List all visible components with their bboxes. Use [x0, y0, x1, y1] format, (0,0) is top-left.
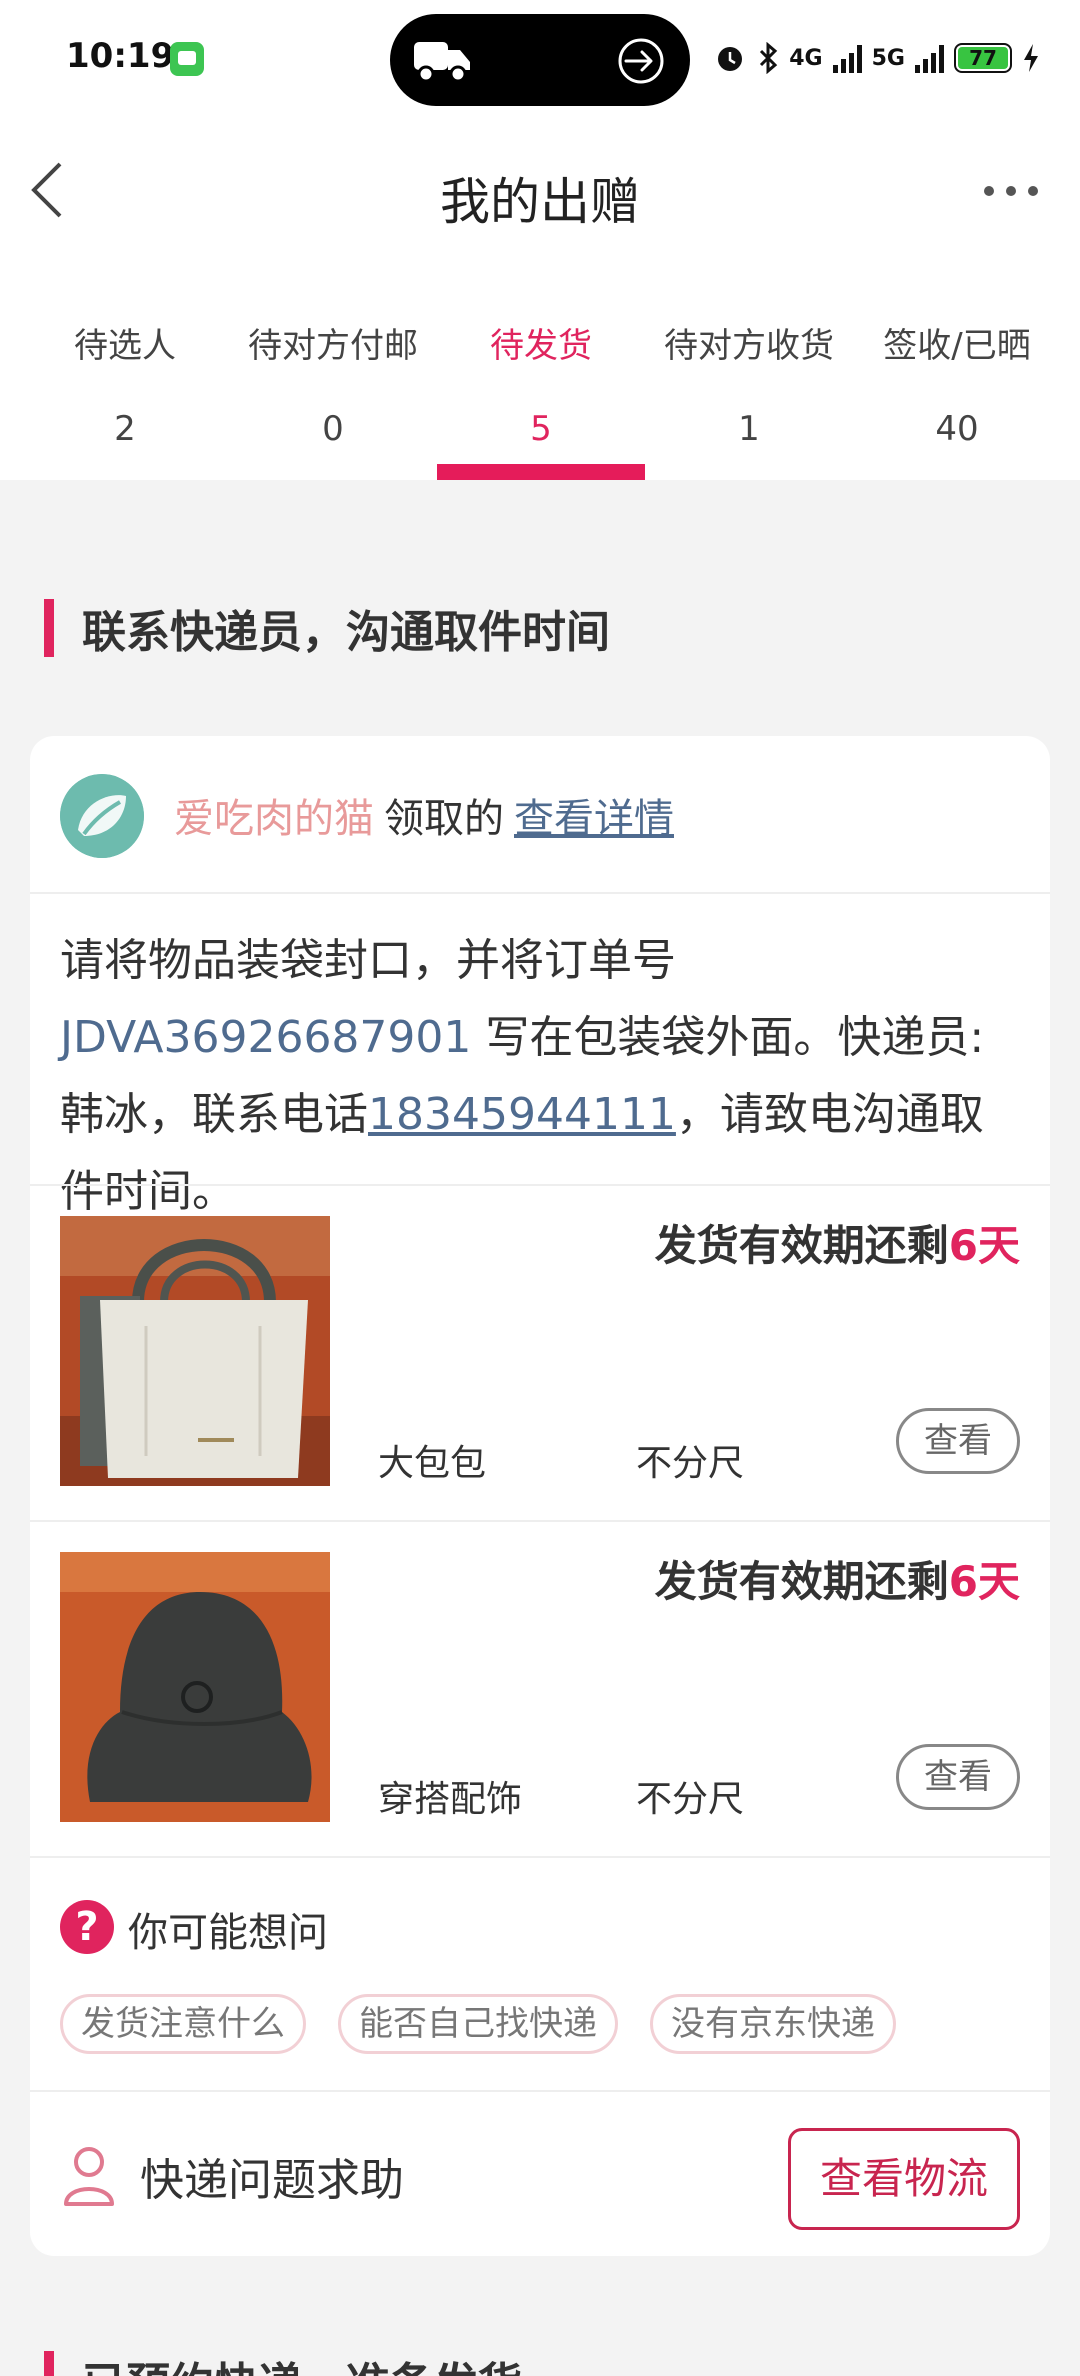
battery-icon: 77 [954, 43, 1012, 73]
delivery-truck-icon [414, 42, 470, 83]
person-icon [64, 2147, 114, 2206]
tab-pending-receipt[interactable]: 待对方收货 1 [645, 260, 853, 480]
enter-arrow-icon [618, 38, 664, 84]
status-bar: 10:19 4G 5G 77 [0, 0, 1080, 120]
section-heading: 联系快递员，沟通取件时间 [44, 598, 610, 658]
tab-pending-postage[interactable]: 待对方付邮 0 [229, 260, 437, 480]
status-icons: 4G 5G 77 [713, 38, 1040, 78]
tab-count: 5 [530, 409, 552, 449]
deadline-label: 发货有效期还剩 [654, 1557, 949, 1606]
avatar[interactable] [60, 774, 144, 858]
shipping-deadline: 发货有效期还剩6天 [655, 1548, 1020, 1609]
item-category: 穿搭配饰 [378, 1779, 523, 1820]
faq-chips: 发货注意什么 能否自己找快递 没有京东快递 [60, 1994, 896, 2054]
courier-help-link[interactable]: 快递问题求助 [140, 2144, 404, 2208]
item-image-hat[interactable] [60, 1552, 330, 1822]
faq-chip-own-courier[interactable]: 能否自己找快递 [338, 1994, 618, 2054]
tab-label: 待对方收货 [664, 326, 834, 366]
item-size: 不分尺 [636, 1779, 745, 1820]
list-item: 发货有效期还剩6天 穿搭配饰 不分尺 查看 [30, 1522, 1050, 1858]
view-item-button[interactable]: 查看 [896, 1408, 1020, 1474]
bluetooth-icon [760, 42, 778, 74]
page-title: 我的出赠 [440, 173, 640, 231]
section-heading: 已预约快递，准备发货 [44, 2350, 522, 2376]
network-type-1: 4G [789, 45, 823, 71]
status-tabs: 待选人 2 待对方付邮 0 待发货 5 待对方收货 1 签收/已晒 40 [0, 260, 1080, 480]
deadline-days: 6天 [948, 1221, 1020, 1270]
dynamic-island[interactable] [390, 14, 690, 106]
question-mark-icon: ? [60, 1900, 114, 1954]
faq-chip-shipping-notes[interactable]: 发货注意什么 [60, 1994, 306, 2054]
alarm-icon [718, 47, 743, 71]
faq-chip-no-jd-courier[interactable]: 没有京东快递 [650, 1994, 896, 2054]
deadline-label: 发货有效期还剩 [654, 1221, 949, 1270]
courier-phone-link[interactable]: 18345944111 [368, 1089, 676, 1140]
network-type-2: 5G [871, 45, 905, 71]
order-number[interactable]: JDVA36926687901 [60, 1012, 471, 1063]
tab-label: 待发货 [490, 326, 592, 366]
receiver-name[interactable]: 爱吃肉的猫 [174, 796, 374, 842]
receiver-action-text: 领取的 [384, 796, 504, 842]
tab-label: 待对方付邮 [248, 326, 418, 366]
list-item: 发货有效期还剩6天 大包包 不分尺 查看 [30, 1186, 1050, 1522]
tab-count: 2 [114, 409, 136, 449]
section-accent-bar [44, 599, 54, 657]
shipment-card: 爱吃肉的猫 领取的 查看详情 请将物品装袋封口，并将订单号 JDVA36926687… [30, 736, 1050, 2256]
faq-title: 你可能想问 [128, 1910, 328, 1956]
tab-count: 0 [322, 409, 344, 449]
tab-label: 签收/已晒 [883, 326, 1031, 366]
more-options-icon[interactable] [984, 186, 1038, 196]
tab-pending-selection[interactable]: 待选人 2 [21, 260, 229, 480]
deadline-days: 6天 [948, 1557, 1020, 1606]
message-app-icon [170, 42, 204, 76]
tab-count: 40 [935, 409, 979, 449]
receiver-row: 爱吃肉的猫 领取的 查看详情 [30, 736, 1050, 894]
view-item-button[interactable]: 查看 [896, 1744, 1020, 1810]
courier-help-row: 快递问题求助 查看物流 [30, 2094, 1050, 2256]
app-header: 我的出赠 [0, 120, 1080, 260]
faq-section: ? 你可能想问 发货注意什么 能否自己找快递 没有京东快递 [30, 1858, 1050, 2092]
signal-bars-icon [832, 43, 862, 73]
view-details-link[interactable]: 查看详情 [514, 796, 674, 842]
tab-label: 待选人 [74, 326, 176, 366]
signal-bars-icon [915, 43, 944, 73]
item-category: 大包包 [378, 1443, 487, 1484]
section-accent-bar [44, 2351, 54, 2376]
shipping-deadline: 发货有效期还剩6天 [655, 1212, 1020, 1273]
status-time: 10:19 [66, 36, 175, 76]
charging-icon [1024, 44, 1038, 72]
item-size: 不分尺 [636, 1443, 745, 1484]
tab-received[interactable]: 签收/已晒 40 [853, 260, 1061, 480]
section-title: 已预约快递，准备发货 [82, 2348, 522, 2376]
item-image-handbag[interactable] [60, 1216, 330, 1486]
instruction-text: 请将物品装袋封口，并将订单号 [60, 935, 676, 986]
battery-level: 77 [958, 47, 1008, 69]
view-logistics-button[interactable]: 查看物流 [788, 2128, 1020, 2230]
section-title: 联系快递员，沟通取件时间 [82, 607, 610, 658]
tab-pending-shipment[interactable]: 待发货 5 [437, 260, 645, 480]
tab-count: 1 [738, 409, 760, 449]
receiver-info: 爱吃肉的猫 领取的 查看详情 [174, 786, 674, 844]
active-tab-indicator [437, 464, 645, 480]
